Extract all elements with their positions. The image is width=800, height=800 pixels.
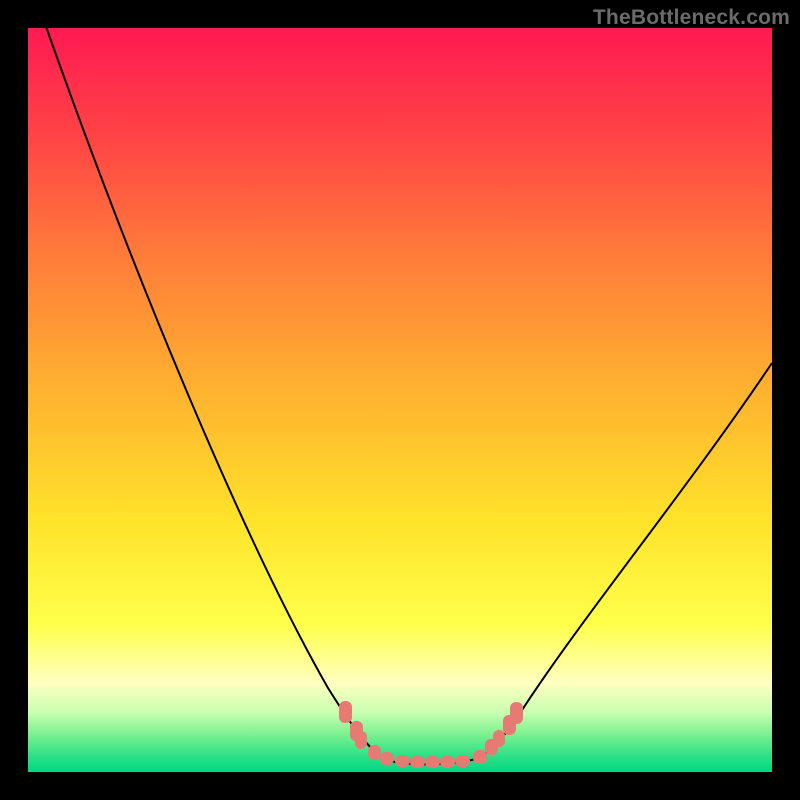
marker-dot	[493, 730, 505, 747]
marker-dot	[473, 750, 487, 764]
watermark-text: TheBottleneck.com	[593, 6, 790, 30]
marker-group	[339, 701, 523, 768]
chart-plot-area	[28, 28, 772, 772]
marker-dot	[410, 756, 425, 768]
marker-dot	[455, 755, 470, 767]
marker-dot	[440, 756, 455, 768]
marker-dot	[395, 755, 410, 767]
marker-dot	[339, 701, 352, 723]
curve-layer	[28, 28, 772, 772]
marker-dot	[510, 702, 523, 724]
marker-dot	[425, 756, 440, 768]
marker-dot	[368, 745, 381, 760]
marker-dot	[355, 731, 367, 749]
marker-dot	[380, 752, 394, 765]
bottleneck-curve	[43, 18, 772, 764]
